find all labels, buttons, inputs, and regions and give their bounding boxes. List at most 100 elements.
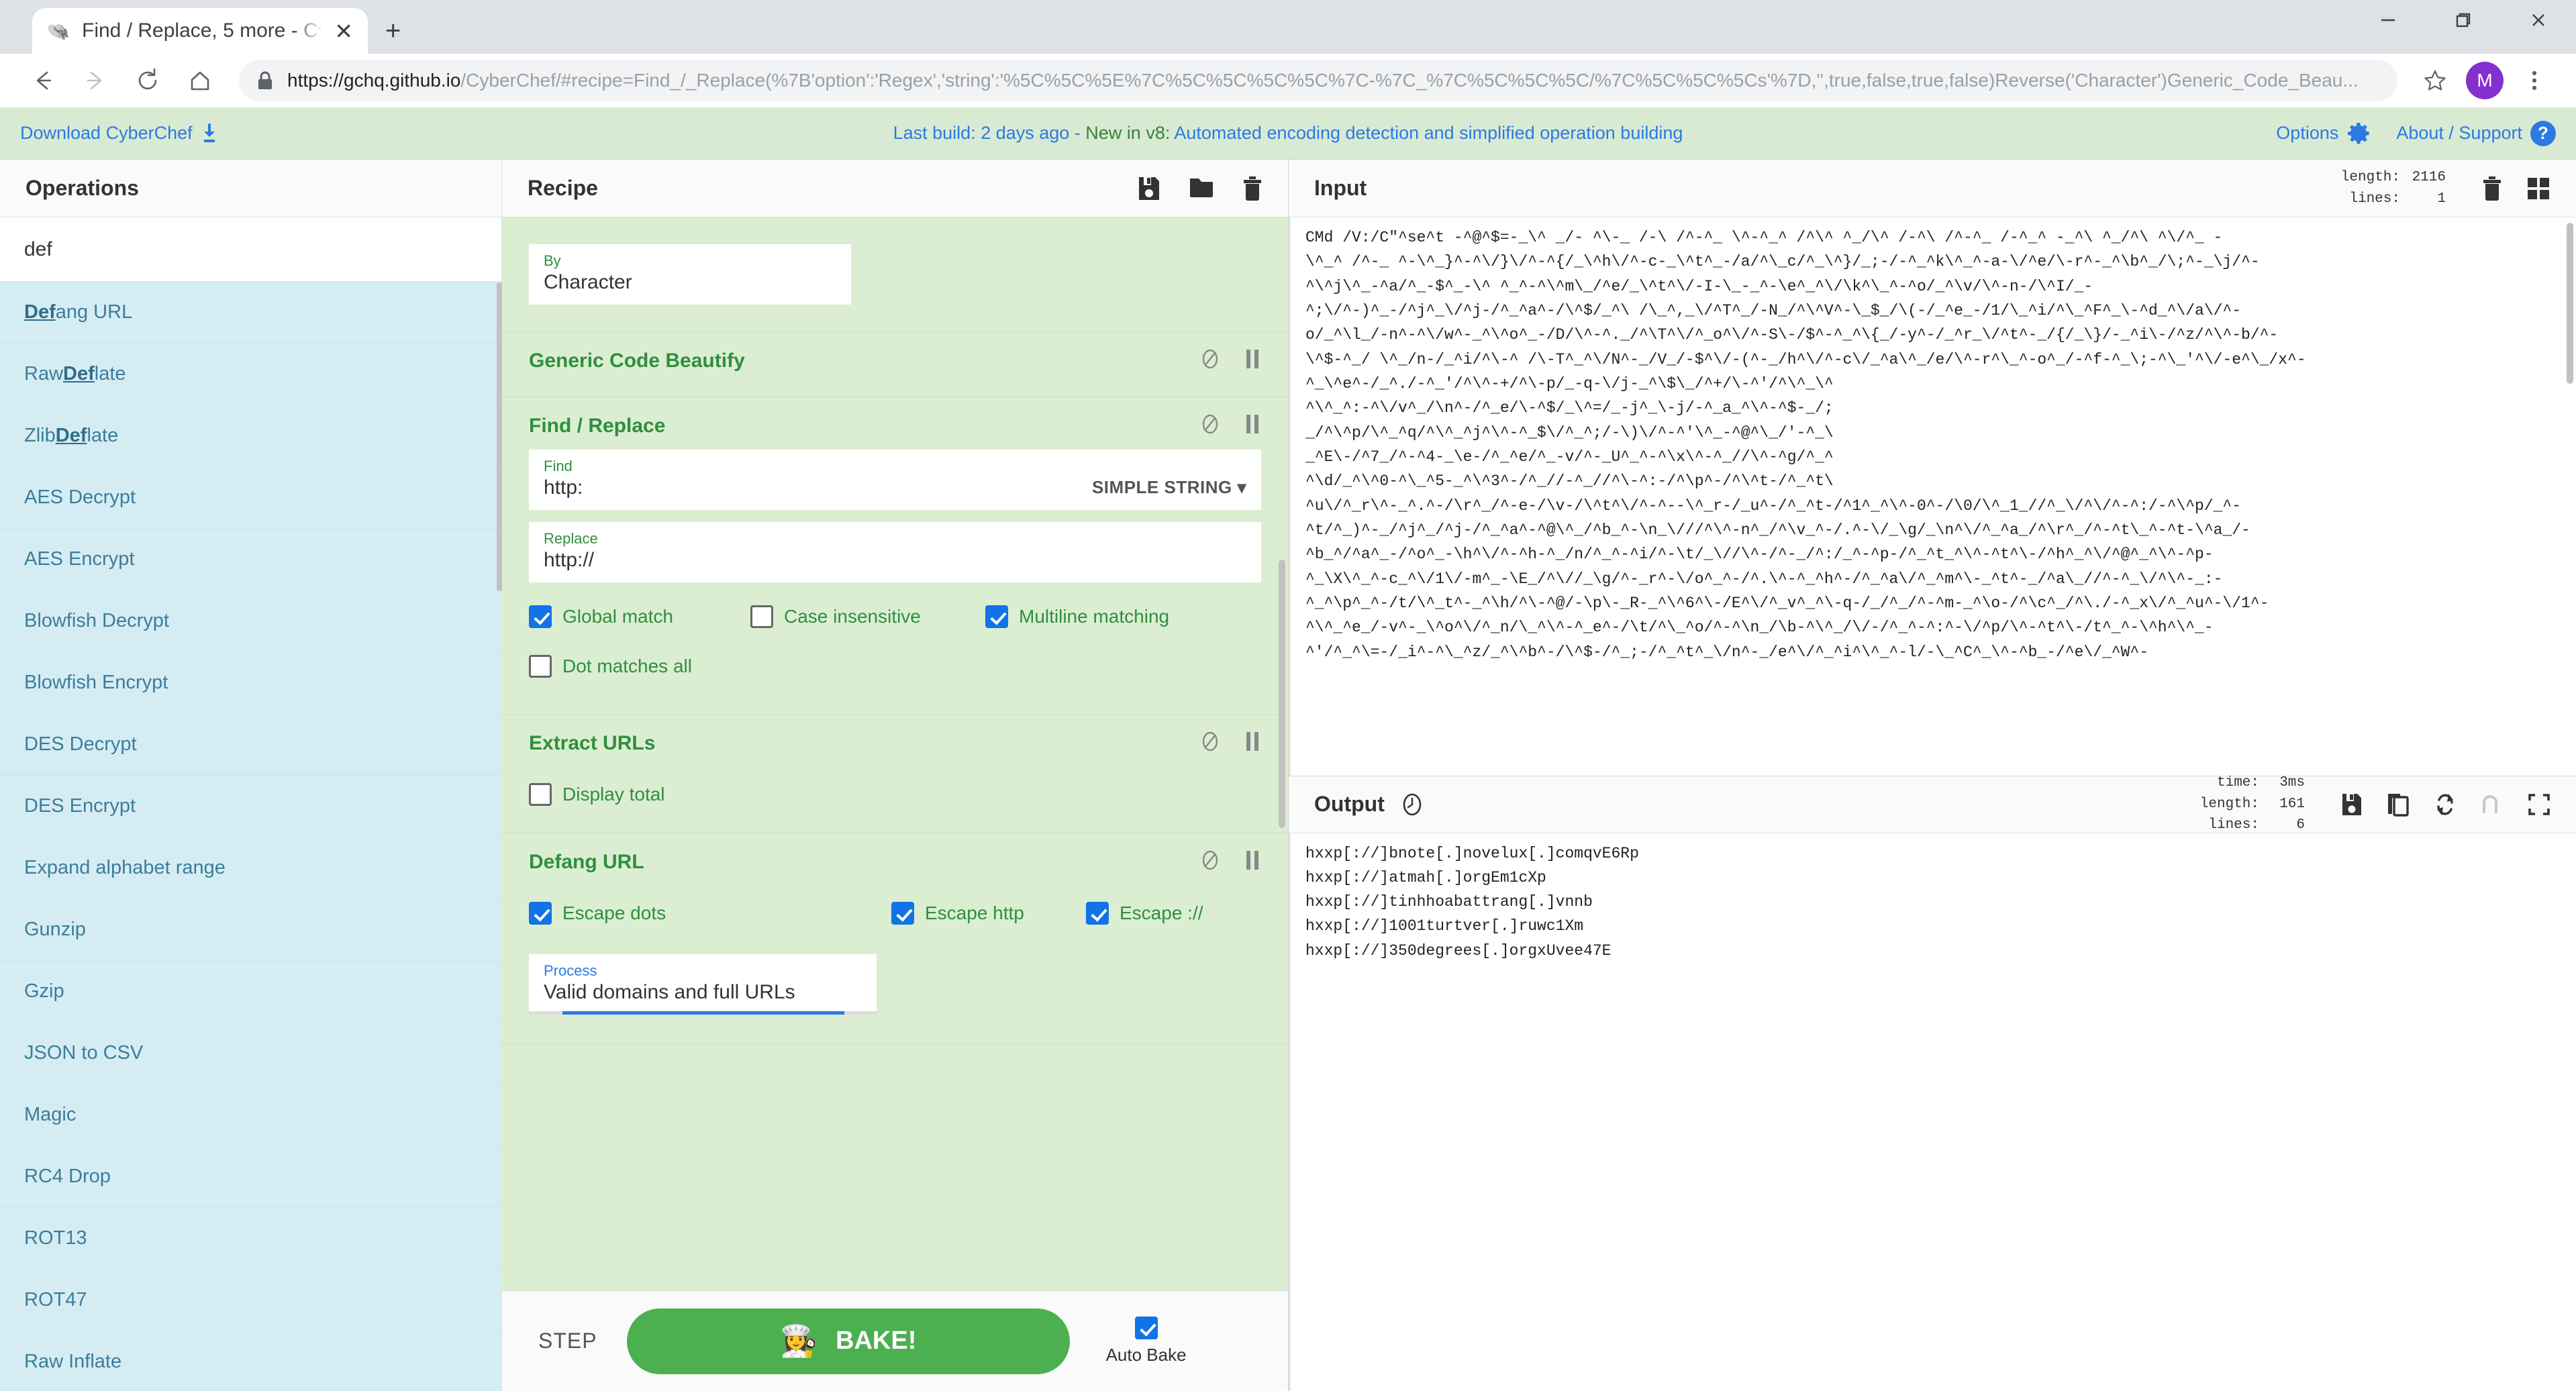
op-item-7[interactable]: DES Decrypt <box>0 714 501 776</box>
maximise-output-icon[interactable] <box>2528 793 2550 816</box>
reload-icon[interactable] <box>123 56 172 105</box>
bake-bar: STEP 👩‍🍳 BAKE! Auto Bake <box>502 1290 1288 1391</box>
about-support-button[interactable]: About / Support ? <box>2396 120 2556 146</box>
checkbox-case-insensitive[interactable]: Case insensitive <box>750 605 985 628</box>
operations-scrollbar[interactable] <box>497 282 502 591</box>
breakpoint-op-icon[interactable] <box>1244 413 1261 435</box>
operations-search[interactable] <box>0 217 501 282</box>
add-input-tab-icon[interactable] <box>2526 176 2550 201</box>
new-tab-button[interactable]: + <box>385 17 401 44</box>
op-label-pre: Zlib <box>24 425 56 446</box>
op-item-5[interactable]: Blowfish Decrypt <box>0 590 501 652</box>
op-label-pre: RC4 Drop <box>24 1166 111 1187</box>
minimize-icon[interactable] <box>2350 0 2426 40</box>
recipe-op-find-replace[interactable]: Find / Replace Find http: SIMPLE STRING … <box>502 397 1288 715</box>
op-item-6[interactable]: Blowfish Encrypt <box>0 652 501 714</box>
checkbox-label: Escape dots <box>562 903 666 923</box>
cyberchef-banner: Download CyberChef Last build: 2 days ag… <box>0 107 2576 160</box>
op-item-13[interactable]: Magic <box>0 1084 501 1146</box>
breakpoint-op-icon[interactable] <box>1244 348 1261 370</box>
download-cyberchef-link[interactable]: Download CyberChef <box>20 123 218 144</box>
checkbox-escape-http[interactable]: Escape http <box>891 902 1086 925</box>
op-item-10[interactable]: Gunzip <box>0 899 501 961</box>
op-label-pre: Blowfish Encrypt <box>24 672 168 693</box>
maximize-icon[interactable] <box>2426 0 2501 40</box>
browser-menu-icon[interactable] <box>2512 58 2557 103</box>
breakpoint-op-icon[interactable] <box>1244 731 1261 752</box>
disable-op-icon[interactable] <box>1199 348 1221 370</box>
output-length-key: length: <box>2199 796 2259 812</box>
tab-title: Find / Replace, 5 more - CyberChef <box>82 19 322 42</box>
home-icon[interactable] <box>176 56 224 105</box>
checkbox-escape-dots[interactable]: Escape dots <box>529 902 891 925</box>
bookmark-star-icon[interactable] <box>2412 58 2458 103</box>
checkbox-escape-slashes[interactable]: Escape :// <box>1086 902 1203 925</box>
clear-input-icon[interactable] <box>2482 176 2502 201</box>
forward-icon[interactable] <box>71 56 119 105</box>
op-item-8[interactable]: DES Encrypt <box>0 776 501 837</box>
op-label-match: Def <box>55 425 87 446</box>
breakpoint-op-icon[interactable] <box>1244 849 1261 871</box>
op-item-3[interactable]: AES Decrypt <box>0 467 501 529</box>
op-item-9[interactable]: Expand alphabet range <box>0 837 501 899</box>
replace-input-icon[interactable] <box>2434 792 2457 817</box>
save-recipe-icon[interactable] <box>1138 176 1160 201</box>
load-recipe-icon[interactable] <box>1189 176 1214 201</box>
recipe-op-generic-code-beautify[interactable]: Generic Code Beautify <box>502 332 1288 397</box>
input-scrollbar[interactable] <box>2567 223 2573 384</box>
recipe-scrollbar[interactable] <box>1279 560 1285 828</box>
op-label-pre: ROT13 <box>24 1227 87 1249</box>
clock-icon[interactable] <box>1399 792 1425 817</box>
clear-recipe-icon[interactable] <box>1242 176 1262 201</box>
op-item-16[interactable]: ROT47 <box>0 1270 501 1331</box>
input-textarea[interactable]: CMd /V:/C"^se^t -^@^$=-_\^ _/- ^\-_ /-\ … <box>1289 217 2576 776</box>
disable-op-icon[interactable] <box>1199 849 1221 871</box>
op-item-17[interactable]: Raw Inflate <box>0 1331 501 1391</box>
copy-output-icon[interactable] <box>2387 792 2410 817</box>
profile-avatar[interactable]: M <box>2462 58 2508 103</box>
checkbox-dot-matches-all[interactable]: Dot matches all <box>529 655 692 678</box>
auto-bake-toggle[interactable]: Auto Bake <box>1106 1317 1187 1366</box>
build-feature-text: Automated encoding detection and simplif… <box>1174 123 1683 143</box>
recipe-op-partial[interactable]: By Character <box>502 217 1288 332</box>
op-item-1[interactable]: Raw Def late <box>0 344 501 405</box>
output-textarea[interactable]: hxxp[://]bnote[.]novelux[.]comqvE6Rp hxx… <box>1289 833 2576 1391</box>
recipe-op-extract-urls[interactable]: Extract URLs Display total <box>502 715 1288 833</box>
replace-field[interactable]: Replace http:// <box>529 522 1261 582</box>
op-label-pre: Raw <box>24 363 64 384</box>
checkbox-multiline-matching[interactable]: Multiline matching <box>985 605 1169 628</box>
checkbox-global-match[interactable]: Global match <box>529 605 750 628</box>
find-field[interactable]: Find http: SIMPLE STRING ▾ <box>529 450 1261 510</box>
checkbox-label: Dot matches all <box>562 656 692 676</box>
checkbox-display-total[interactable]: Display total <box>529 783 665 806</box>
input-meta: length: 2116 lines: 1 <box>2328 167 2446 209</box>
disable-op-icon[interactable] <box>1199 731 1221 752</box>
op-item-15[interactable]: ROT13 <box>0 1208 501 1270</box>
save-output-icon[interactable] <box>2341 792 2363 817</box>
op-item-11[interactable]: Gzip <box>0 961 501 1023</box>
op-item-0[interactable]: Def ang URL <box>0 282 501 344</box>
op-item-2[interactable]: Zlib Def late <box>0 405 501 467</box>
disable-op-icon[interactable] <box>1199 413 1221 435</box>
undo-output-icon[interactable] <box>2481 793 2504 816</box>
process-field[interactable]: Process Valid domains and full URLs <box>529 954 877 1015</box>
address-bar[interactable]: https://gchq.github.io/CyberChef/#recipe… <box>239 60 2397 101</box>
op-label-pre: DES Encrypt <box>24 795 136 817</box>
replace-field-value: http:// <box>544 549 595 571</box>
search-input[interactable] <box>23 237 479 262</box>
browser-tab[interactable]: 👒 Find / Replace, 5 more - CyberChef ✕ <box>32 8 368 54</box>
step-button[interactable]: STEP <box>529 1329 607 1353</box>
options-button[interactable]: Options <box>2276 121 2371 146</box>
operations-panel: Operations Defang URL Raw Deflate Zlib D… <box>0 160 502 1391</box>
download-cyberchef-label[interactable]: Download CyberChef <box>20 123 193 144</box>
close-tab-icon[interactable]: ✕ <box>334 20 353 42</box>
recipe-op-defang-url[interactable]: Defang URL Escape dots Escape http Escap… <box>502 833 1288 1045</box>
find-mode-dropdown[interactable]: SIMPLE STRING ▾ <box>1092 477 1246 499</box>
op-item-4[interactable]: AES Encrypt <box>0 529 501 590</box>
op-item-12[interactable]: JSON to CSV <box>0 1023 501 1084</box>
close-window-icon[interactable] <box>2501 0 2576 40</box>
op-item-14[interactable]: RC4 Drop <box>0 1146 501 1208</box>
back-icon[interactable] <box>19 56 67 105</box>
bake-button[interactable]: 👩‍🍳 BAKE! <box>626 1308 1070 1374</box>
by-field[interactable]: By Character <box>529 244 851 305</box>
